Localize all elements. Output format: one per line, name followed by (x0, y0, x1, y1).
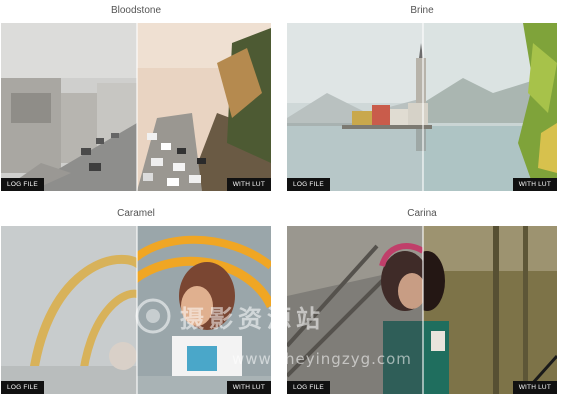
with-lut-image (423, 23, 557, 191)
lut-card-carina: Carina LOG FILE WITH LUT (287, 203, 557, 395)
lut-card-caramel: Caramel LOG FILE WITH LUT (1, 203, 271, 395)
card-title: Caramel (117, 208, 155, 219)
with-lut-image (423, 226, 557, 394)
card-title: Bloodstone (110, 5, 162, 16)
lut-card-bloodstone: Bloodstone LOG FILE WITH LUT (1, 0, 271, 192)
comparison-divider[interactable] (422, 226, 424, 394)
with-lut-label: WITH LUT (512, 178, 557, 191)
log-file-image (1, 23, 137, 191)
comparison-divider[interactable] (136, 23, 138, 191)
lut-card-brine: Brine LOG FILE WITH LUT (287, 0, 557, 192)
log-file-label: LOG FILE (287, 178, 330, 191)
log-file-label: LOG FILE (1, 178, 44, 191)
before-after-comparison[interactable]: LOG FILE WITH LUT (287, 226, 557, 394)
with-lut-image (137, 23, 271, 191)
before-after-comparison[interactable]: LOG FILE WITH LUT (1, 23, 271, 191)
card-title: Carina (407, 208, 437, 219)
log-file-label: LOG FILE (287, 381, 330, 394)
comparison-divider[interactable] (422, 23, 424, 191)
log-file-image (1, 226, 137, 394)
log-file-label: LOG FILE (1, 381, 44, 394)
with-lut-label: WITH LUT (512, 381, 557, 394)
with-lut-image (137, 226, 271, 394)
village-scene (342, 43, 432, 151)
before-after-comparison[interactable]: LOG FILE WITH LUT (287, 23, 557, 191)
log-file-image (287, 226, 423, 394)
comparison-divider[interactable] (136, 226, 138, 394)
with-lut-label: WITH LUT (226, 381, 271, 394)
card-title: Brine (410, 5, 434, 16)
with-lut-label: WITH LUT (226, 178, 271, 191)
before-after-comparison[interactable]: LOG FILE WITH LUT (1, 226, 271, 394)
